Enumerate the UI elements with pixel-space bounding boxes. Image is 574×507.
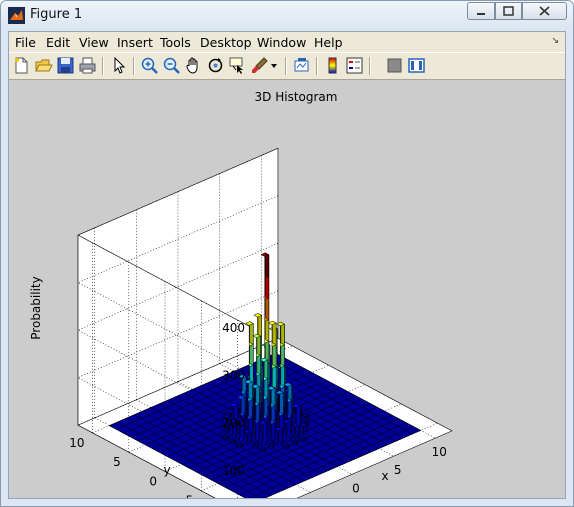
menu-desktop[interactable]: Desktop <box>200 35 252 50</box>
histogram-3d-axes[interactable]: -10-505101050-5-104003002001000 3D Histo… <box>9 80 565 498</box>
y-tick-label: 10 <box>69 436 84 450</box>
hide-plot-tools-icon[interactable] <box>385 56 404 75</box>
matlab-logo-icon <box>8 7 25 24</box>
dock-arrow-icon[interactable]: ↘ <box>551 36 559 46</box>
show-plot-tools-icon[interactable] <box>407 56 426 75</box>
toolbar-separator <box>133 57 135 75</box>
maximize-icon <box>503 6 514 16</box>
menu-edit[interactable]: Edit <box>46 35 70 50</box>
open-file-icon[interactable] <box>34 56 53 75</box>
y-axis-label: y <box>163 463 170 477</box>
figure-toolbar <box>9 52 565 80</box>
close-button[interactable] <box>522 2 567 20</box>
save-icon[interactable] <box>56 56 75 75</box>
menu-help[interactable]: Help <box>314 35 343 50</box>
toolbar-separator <box>369 57 371 75</box>
zoom-in-icon[interactable] <box>140 56 159 75</box>
brush-icon[interactable] <box>250 56 269 75</box>
edit-plot-arrow-icon[interactable] <box>109 56 128 75</box>
menu-bar: File Edit View Insert Tools Desktop Wind… <box>9 32 565 52</box>
toolbar-separator <box>316 57 318 75</box>
menu-file[interactable]: File <box>15 35 36 50</box>
toolbar-separator <box>285 57 287 75</box>
toolbar-separator <box>102 57 104 75</box>
x-tick-label: 5 <box>394 463 402 477</box>
print-icon[interactable] <box>78 56 97 75</box>
z-tick-label: 300 <box>222 368 245 382</box>
y-tick-label: 5 <box>113 455 121 469</box>
bar-face-side <box>272 320 277 346</box>
x-tick-label: 10 <box>432 445 447 459</box>
chart-title: 3D Histogram <box>255 90 338 104</box>
figure-window: Figure 1 File Edit View Insert Tools Des… <box>0 0 574 507</box>
y-tick-label: -5 <box>181 494 193 498</box>
maximize-button[interactable] <box>495 2 522 20</box>
menu-tools[interactable]: Tools <box>160 35 191 50</box>
z-tick-label: 400 <box>222 321 245 335</box>
new-figure-icon[interactable] <box>12 56 31 75</box>
bar-face-side <box>257 312 262 338</box>
figure-client-area: File Edit View Insert Tools Desktop Wind… <box>8 31 566 499</box>
x-axis-label: x <box>381 469 388 483</box>
z-axis-label: Probability <box>29 276 43 339</box>
figure-canvas[interactable]: -10-505101050-5-104003002001000 3D Histo… <box>9 80 565 498</box>
minimize-icon <box>477 13 485 15</box>
x-tick-label: 0 <box>352 481 360 495</box>
window-title: Figure 1 <box>30 7 83 22</box>
z-tick-label: 200 <box>222 416 245 430</box>
data-cursor-icon[interactable] <box>228 56 247 75</box>
z-tick-label: 100 <box>222 463 245 477</box>
link-plot-icon[interactable] <box>292 56 311 75</box>
menu-window[interactable]: Window <box>257 35 306 50</box>
rotate-3d-icon[interactable] <box>206 56 225 75</box>
colorbar-icon[interactable] <box>323 56 342 75</box>
bar-face-side <box>272 364 277 389</box>
bar-face-side <box>272 342 277 368</box>
zoom-out-icon[interactable] <box>162 56 181 75</box>
brush-dropdown-arrow-icon[interactable] <box>270 63 278 69</box>
legend-icon[interactable] <box>345 56 364 75</box>
pan-hand-icon[interactable] <box>184 56 203 75</box>
close-icon <box>539 6 550 16</box>
menu-view[interactable]: View <box>79 35 109 50</box>
minimize-button[interactable] <box>467 2 495 20</box>
title-bar[interactable]: Figure 1 <box>1 1 573 30</box>
menu-insert[interactable]: Insert <box>117 35 153 50</box>
y-tick-label: 0 <box>149 474 157 488</box>
